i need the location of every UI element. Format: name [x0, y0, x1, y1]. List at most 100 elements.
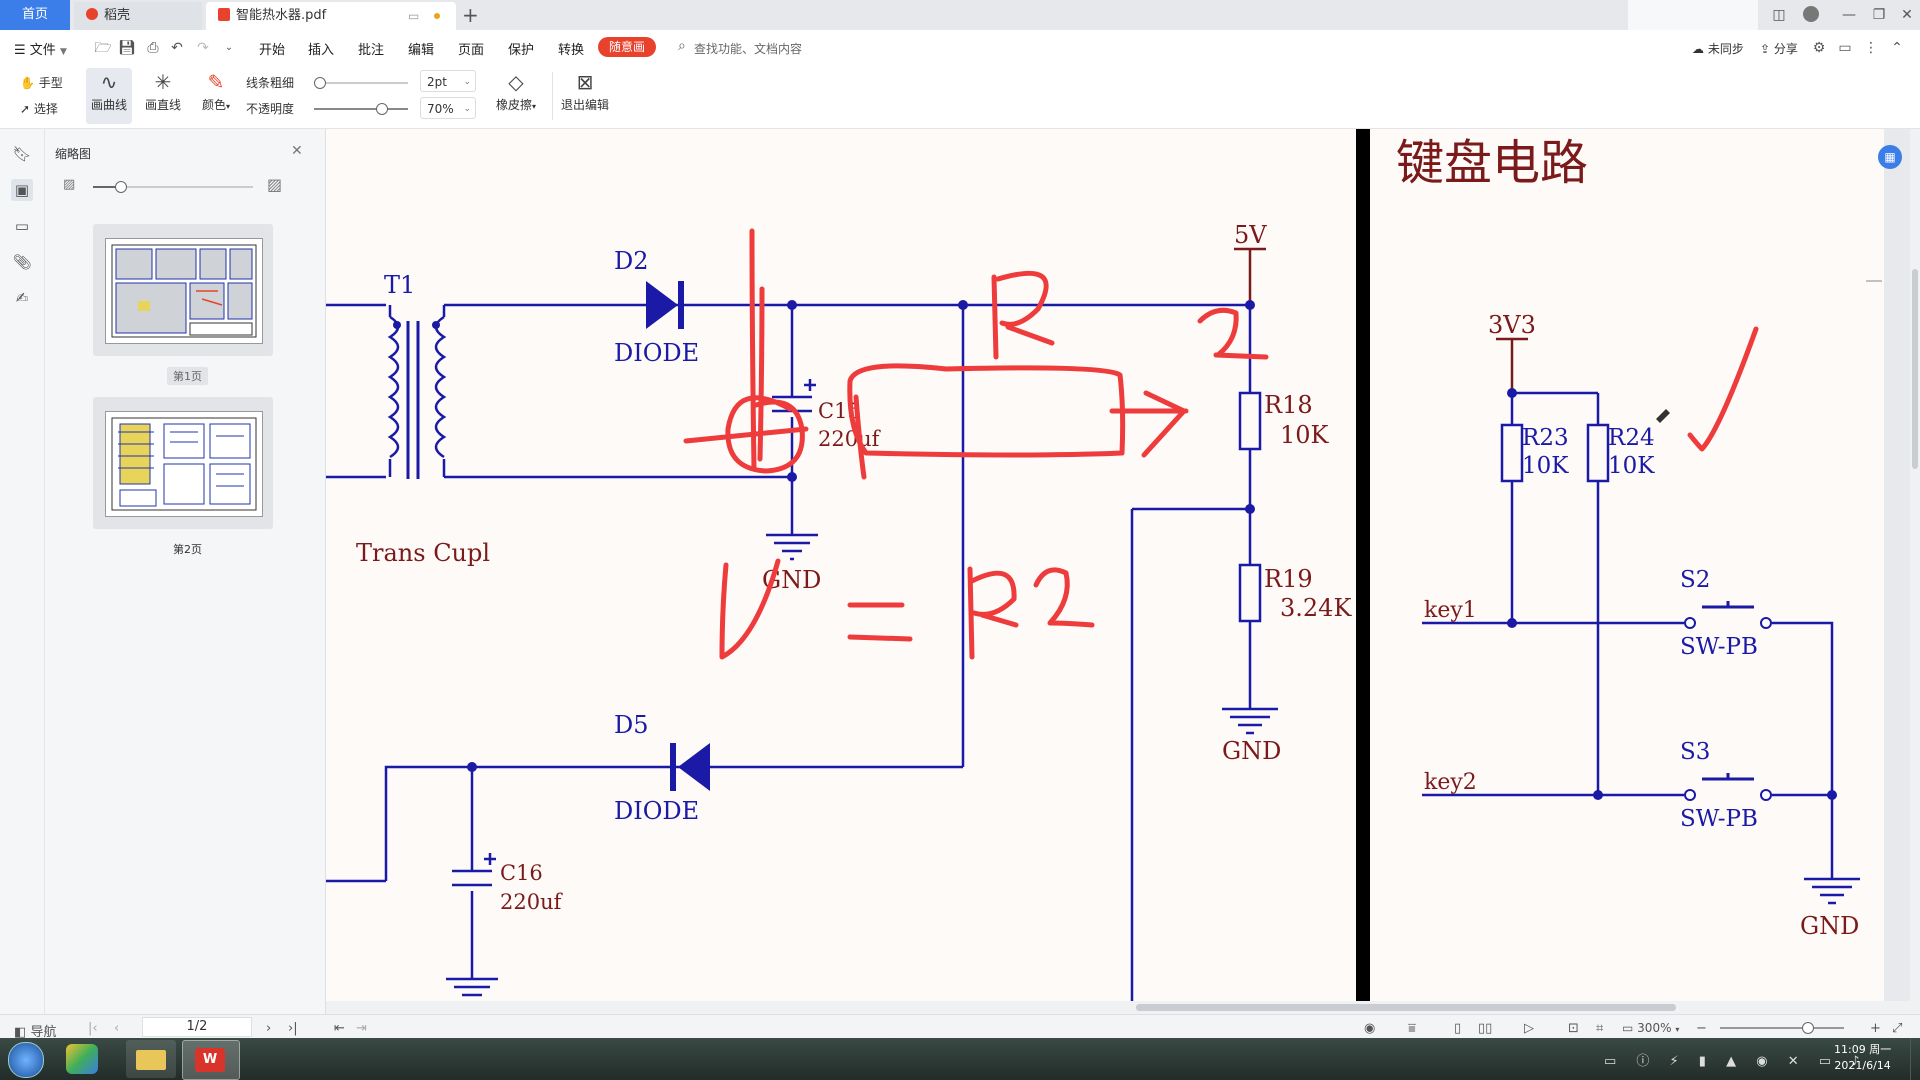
more-icon[interactable]: ⋮ — [1862, 39, 1880, 57]
more-chevron-icon[interactable]: ⌄ — [220, 39, 238, 57]
fullscreen-icon[interactable]: ⤢ — [1892, 1021, 1902, 1036]
exit-edit-button[interactable]: ⊠ 退出编辑 — [558, 68, 612, 113]
tab-document[interactable]: 智能热水器.pdf ▭ — [206, 2, 456, 30]
opacity-select[interactable]: 70% ⌄ — [420, 97, 476, 119]
hand-tool[interactable]: ✋ 手型 — [20, 74, 63, 91]
opacity-slider[interactable] — [314, 103, 408, 115]
horizontal-scrollbar[interactable] — [326, 1001, 1920, 1014]
select-tool[interactable]: ➚ 选择 — [20, 100, 58, 117]
thumbnail-size-slider[interactable] — [93, 181, 253, 193]
redo-icon[interactable]: ↷ — [194, 39, 212, 57]
large-image-icon[interactable]: ▨ — [267, 175, 282, 194]
eye-icon[interactable]: ◉ — [1364, 1021, 1375, 1036]
sync-button[interactable]: ☁ 未同步 — [1692, 40, 1744, 57]
menu-edit[interactable]: 编辑 — [408, 39, 434, 58]
layout-icon[interactable]: ◫ — [1766, 4, 1792, 26]
two-page-icon[interactable]: ▯▯ — [1478, 1021, 1492, 1036]
page-number-value: 1/2 — [186, 1019, 208, 1034]
menu-convert[interactable]: 转换 — [558, 39, 584, 58]
minimize-icon[interactable]: — — [1836, 4, 1862, 26]
slider-handle[interactable] — [314, 77, 326, 89]
comment-icon[interactable]: ▭ — [11, 215, 33, 237]
small-image-icon[interactable]: ▨ — [63, 177, 75, 192]
undo-icon[interactable]: ↶ — [168, 39, 186, 57]
hand-label: 手型 — [38, 76, 63, 90]
continuous-icon[interactable]: ⩸ — [1408, 1021, 1416, 1036]
scroll-thumb[interactable] — [1912, 269, 1918, 469]
collapse-icon[interactable]: ⌃ — [1888, 39, 1906, 57]
prev-page-icon[interactable]: ‹ — [114, 1021, 119, 1036]
zoom-in-icon[interactable]: + — [1870, 1021, 1881, 1036]
play-icon[interactable]: ▷ — [1524, 1021, 1534, 1036]
line-width-slider[interactable] — [314, 77, 408, 89]
app-icon-colorful[interactable] — [66, 1044, 98, 1074]
system-tray[interactable]: ▭ ⓘ ⚡ ▮ ▲ ◉ ✕ ▭ ♪ — [1604, 1050, 1867, 1069]
label-c15-value: 220uf — [818, 427, 882, 451]
print-icon[interactable]: ⎙ — [144, 39, 162, 57]
file-menu[interactable]: ☰ 文件 ▼ — [14, 39, 67, 58]
thumbnail-page-label: 第1页 — [167, 367, 208, 385]
wps-taskbar-icon[interactable]: W — [182, 1040, 240, 1080]
monitor-icon[interactable]: ▭ — [408, 2, 419, 30]
signature-icon[interactable]: ✍ — [11, 287, 33, 309]
crop-icon[interactable]: ⌗ — [1596, 1021, 1603, 1036]
save-icon[interactable]: 💾︎ — [118, 39, 136, 57]
start-button[interactable] — [8, 1042, 44, 1078]
page-thumbnail[interactable] — [93, 397, 273, 529]
clock[interactable]: 11:09 周一 2021/6/14 — [1834, 1042, 1891, 1074]
show-desktop-button[interactable] — [1910, 1038, 1920, 1080]
share-button[interactable]: ⇪ 分享 — [1760, 40, 1798, 57]
menu-freehand[interactable]: 随意画 — [598, 37, 656, 57]
attachment-icon[interactable]: 📎︎ — [11, 251, 33, 273]
comment-icon[interactable]: ▭ — [1836, 39, 1854, 57]
document-canvas[interactable]: T1 D2 DIODE Trans Cupl D5 DIODE 5V C15 2… — [326, 129, 1920, 1001]
slider-handle[interactable] — [376, 103, 388, 115]
tab-home[interactable]: 首页 — [0, 0, 70, 30]
avatar[interactable] — [1798, 4, 1824, 26]
new-tab-button[interactable]: + — [462, 3, 479, 27]
line-width-select[interactable]: 2pt ⌄ — [420, 70, 476, 92]
zoom-select[interactable]: ▭ 300% ▾ — [1622, 1021, 1679, 1035]
floating-tool-icon[interactable]: ▦ — [1878, 145, 1902, 169]
slider-handle[interactable] — [115, 181, 127, 193]
menu-insert[interactable]: 插入 — [308, 39, 334, 58]
page-thumbnail[interactable] — [93, 224, 273, 356]
next-page-icon[interactable]: › — [266, 1021, 271, 1036]
zoom-slider[interactable] — [1720, 1022, 1844, 1034]
page-number-input[interactable]: 1/2 — [142, 1017, 252, 1037]
draw-curve-tool[interactable]: ∿ 画曲线 — [86, 68, 132, 124]
line-label: 画直线 — [144, 98, 181, 112]
menu-comment[interactable]: 批注 — [358, 39, 384, 58]
tab-docer[interactable]: 稻壳 — [74, 2, 202, 30]
single-page-icon[interactable]: ▯ — [1454, 1021, 1461, 1036]
first-page-icon[interactable]: |‹ — [88, 1021, 98, 1036]
restore-icon[interactable]: ❐ — [1866, 4, 1892, 26]
close-icon[interactable]: ✕ — [1894, 4, 1920, 26]
zoom-out-icon[interactable]: − — [1696, 1021, 1707, 1036]
explorer-icon[interactable] — [126, 1040, 176, 1078]
menu-start[interactable]: 开始 — [259, 39, 285, 58]
thumbnail-icon[interactable]: ▣ — [11, 179, 33, 201]
search-input[interactable]: 查找功能、文档内容 — [694, 40, 802, 57]
last-page-icon[interactable]: ›| — [288, 1021, 298, 1036]
thumbnail-page-label: 第2页 — [173, 543, 202, 556]
scroll-thumb[interactable] — [1136, 1004, 1676, 1011]
menu-protect[interactable]: 保护 — [508, 39, 534, 58]
bookmark-icon[interactable]: 🔖︎ — [11, 143, 33, 165]
screen-icon[interactable]: ⊡ — [1568, 1021, 1579, 1036]
eraser-tool[interactable]: ◇ 橡皮擦▾ — [490, 68, 542, 113]
open-folder-icon[interactable]: 🗁 — [94, 39, 112, 57]
fit-width-icon[interactable]: ⇤ — [334, 1021, 345, 1036]
menu-page[interactable]: 页面 — [458, 39, 484, 58]
draw-line-tool[interactable]: ✳ 画直线 — [140, 68, 186, 113]
slider-handle[interactable] — [1802, 1022, 1814, 1034]
color-tool[interactable]: ✎ 颜色▾ — [196, 68, 236, 113]
label-d5: D5 — [614, 711, 649, 739]
close-icon[interactable]: ✕ — [291, 143, 303, 159]
fit-page-icon[interactable]: ⇥ — [356, 1021, 367, 1036]
vertical-scrollbar[interactable] — [1910, 129, 1920, 1001]
label-r23-value: 10K — [1522, 453, 1569, 479]
search-icon[interactable]: ⌕ — [678, 38, 686, 54]
label-gnd-3: GND — [1800, 912, 1859, 940]
settings-icon[interactable]: ⚙ — [1810, 39, 1828, 57]
